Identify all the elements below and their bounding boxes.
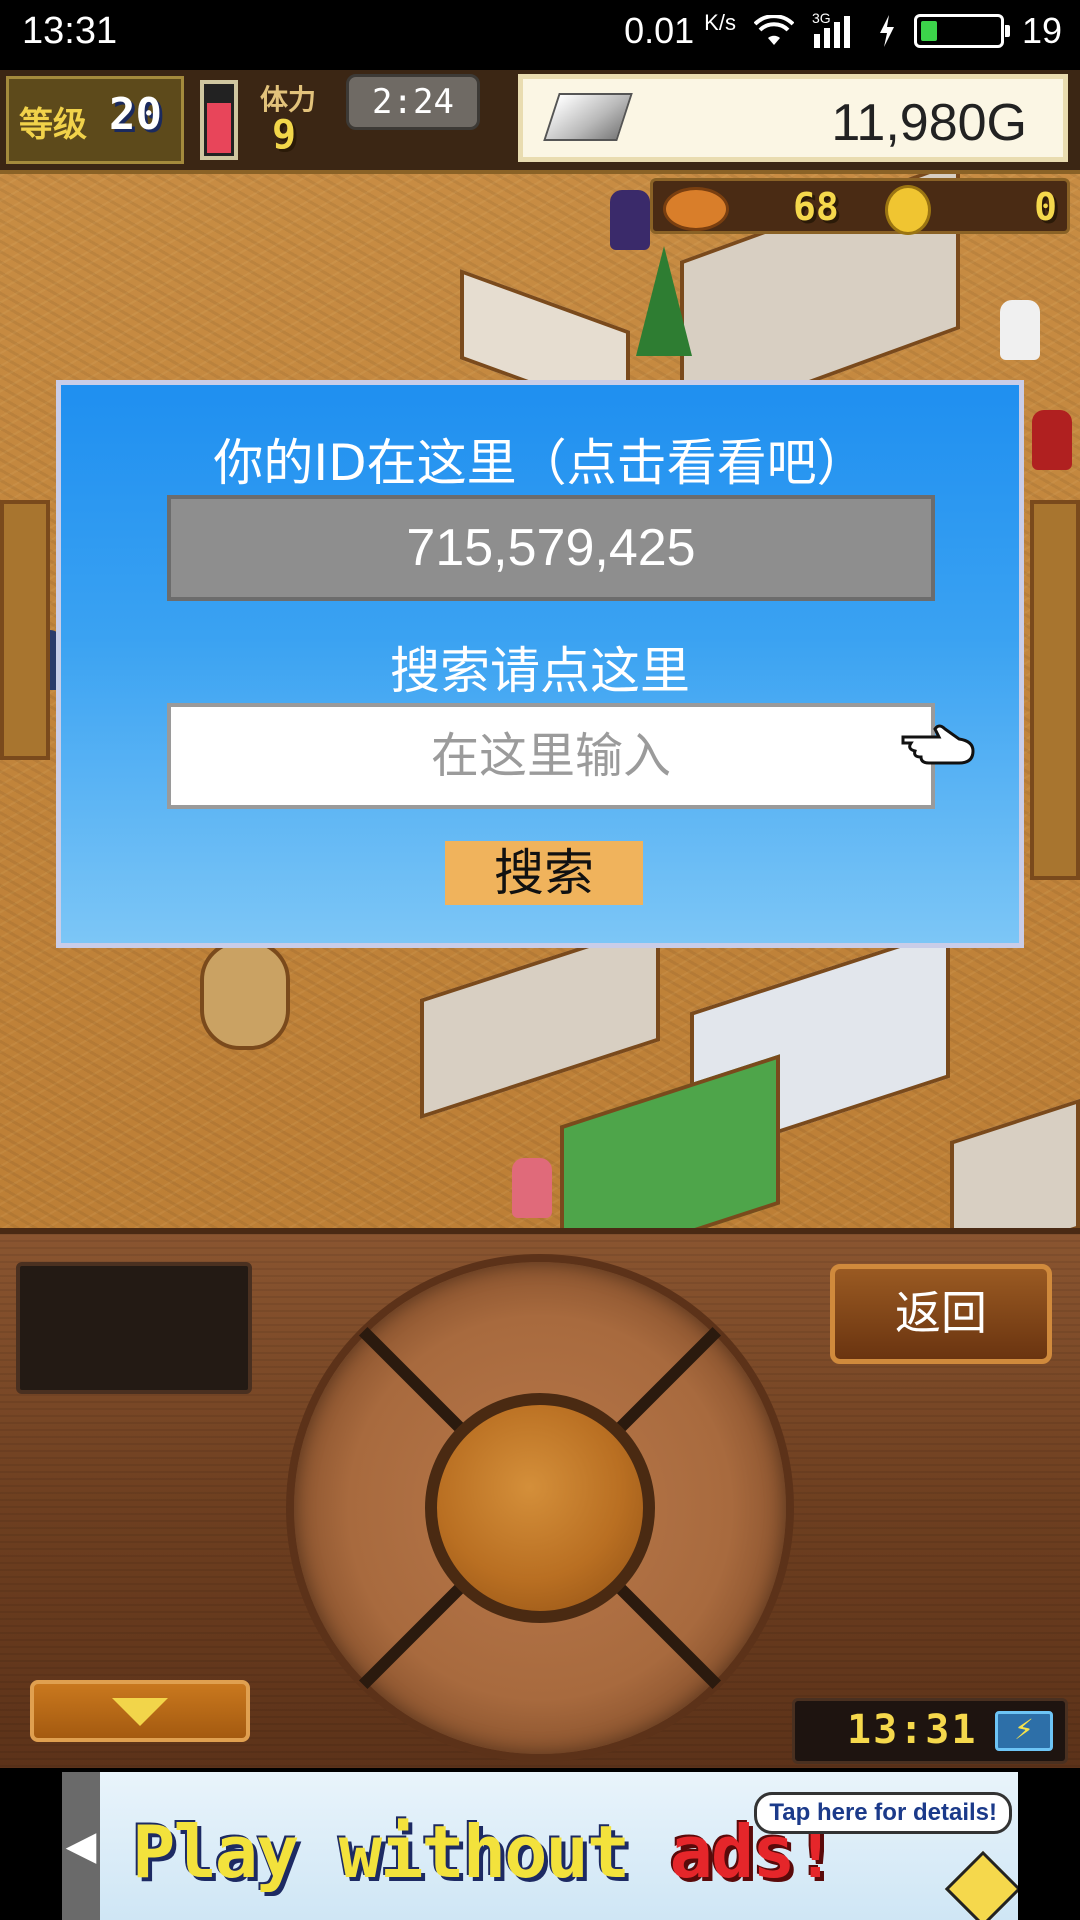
charging-icon [879,15,894,47]
food-icon [663,187,729,231]
stamina-value: 9 [272,112,297,158]
network-speed-unit: K/s [704,10,736,35]
back-button[interactable]: 返回 [830,1264,1052,1364]
battery-icon [913,14,1010,48]
mini-screen [16,1262,252,1394]
network-speed: 0.01 K/s [624,10,736,52]
top-hud: 等级 20 体力 9 2:24 11,980G [0,70,1080,174]
collapse-button[interactable] [30,1680,250,1742]
stamina-bar-fill [207,102,231,153]
ad-content[interactable]: ◀ Play without ads! Tap here for details… [62,1772,1018,1920]
level-value: 20 [109,89,162,140]
stamina-bar [200,80,238,160]
status-time: 13:31 [22,10,118,52]
npc-sprite[interactable] [512,1158,552,1218]
money-panel[interactable]: 11,980G [518,74,1068,162]
search-input[interactable] [167,703,935,809]
food-count: 68 [793,185,839,229]
money-value: 11,980G [831,94,1027,152]
network-speed-value: 0.01 [624,10,695,51]
ad-headline: Play without ads! [132,1810,837,1894]
tree-sprite [636,246,692,356]
room-tile [1030,500,1080,880]
ad-text-main: Play without [132,1810,630,1894]
panel-clock: 13:31 ⚡ [792,1698,1068,1764]
level-panel: 等级 20 [6,76,184,164]
dpad-center-button[interactable] [425,1393,655,1623]
mascot-icon [944,1850,1018,1920]
battery-fill [920,21,937,41]
room-tile [0,500,50,760]
player-id-display[interactable]: 715,579,425 [167,495,935,601]
ad-banner[interactable]: ◀ Play without ads! Tap here for details… [0,1768,1080,1920]
search-button[interactable]: 搜索 [445,841,643,905]
search-label: 搜索请点这里 [390,642,690,700]
pointing-hand-icon [901,724,975,765]
coin-icon [885,185,931,235]
chevron-left-icon[interactable]: ◀ [62,1772,100,1920]
control-panel: 返回 13:31 ⚡ [0,1228,1080,1774]
room-tile [420,921,660,1119]
resource-bar: 68 0 [650,178,1070,235]
dialog-title: 你的ID在这里（点击看看吧） [213,434,867,492]
npc-sprite[interactable] [1000,300,1040,360]
silver-bar-icon [543,93,633,141]
battery-level: 19 [1021,10,1062,51]
npc-sprite[interactable] [610,190,650,250]
lightning-icon: ⚡ [995,1711,1053,1751]
signal-icon: 3G [812,10,860,48]
network-type: 3G [811,10,831,26]
id-search-dialog: 你的ID在这里（点击看看吧） 715,579,425 搜索请点这里 搜索 [56,380,1024,948]
status-bar: 13:31 0.01 K/s 3G 19 [0,0,1080,70]
ad-details-bubble[interactable]: Tap here for details! [754,1792,1012,1834]
coin-count: 0 [1034,185,1057,229]
level-label: 等级 [19,105,87,145]
game-clock: 2:24 [346,74,480,130]
room-tile [200,940,290,1050]
wifi-icon [753,15,794,45]
status-icons: 0.01 K/s 3G 19 [624,10,1062,52]
panel-clock-time: 13:31 [847,1707,978,1753]
arrow-down-icon [112,1698,168,1726]
dpad[interactable] [286,1254,794,1762]
npc-sprite[interactable] [1032,410,1072,470]
